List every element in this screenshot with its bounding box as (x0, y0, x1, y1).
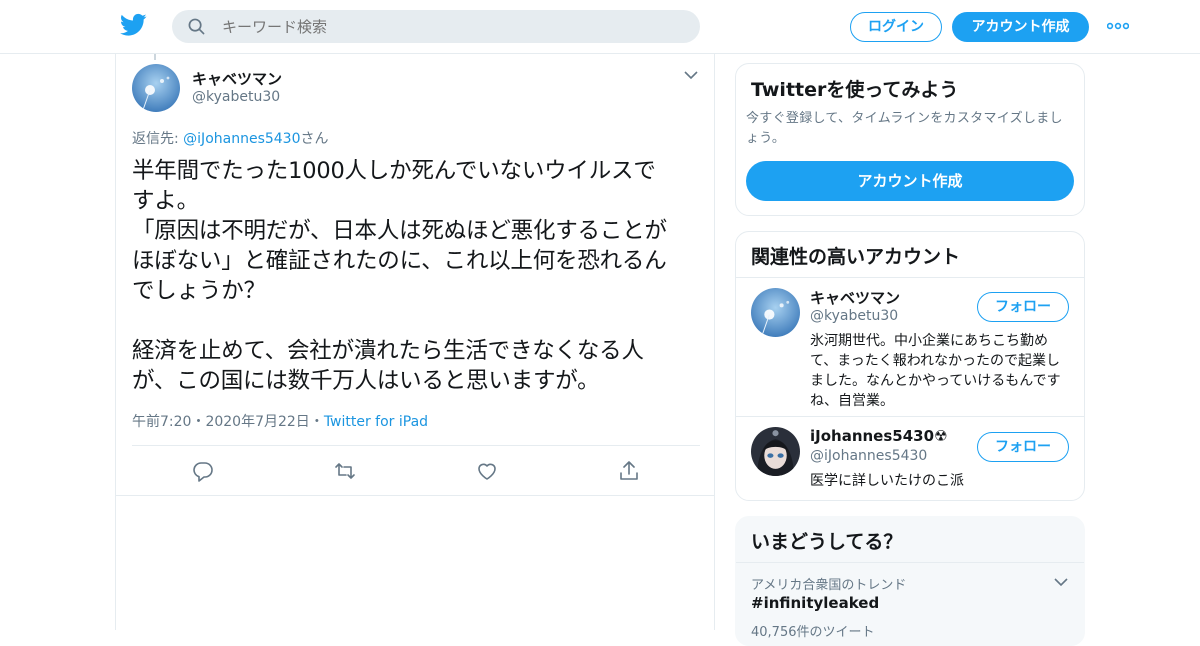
account-item[interactable]: iJohannes5430☢ @iJohannes5430 医学に詳しいたけのこ… (736, 417, 1084, 500)
account-item[interactable]: キャベツマン @kyabetu30 氷河期世代。中小企業にあちこち勤めて、まった… (736, 278, 1084, 416)
follow-button[interactable]: フォロー (977, 432, 1069, 462)
share-icon[interactable] (618, 460, 640, 482)
tweet-meta: 午前7:20・2020年7月22日・Twitter for iPad (132, 411, 428, 431)
thread-connector (154, 54, 156, 60)
retweet-icon[interactable] (334, 460, 356, 482)
reply-context: 返信先: @iJohannes5430さん (132, 128, 329, 148)
card-title: 関連性の高いアカウント (751, 246, 961, 268)
card-description: 今すぐ登録して、タイムラインをカスタマイズしましょう。 (746, 111, 1063, 146)
reply-icon[interactable] (192, 460, 214, 482)
reply-suffix: さん (300, 131, 329, 147)
signup-button[interactable]: アカウント作成 (952, 12, 1089, 42)
trend-hashtag-link[interactable]: #infinityleaked (751, 594, 879, 612)
account-handle[interactable]: @iJohannes5430 (810, 448, 927, 464)
trend-location: アメリカ合衆国のトレンド (751, 578, 907, 593)
card-title: Twitterを使ってみよう (751, 79, 959, 101)
signup-promo-card: Twitterを使ってみよう 今すぐ登録して、タイムラインをカスタマイズしましょ… (735, 63, 1085, 216)
tweet-text: 半年間でたった1000人しか死んでいないウイルスで すよ。 「原因は不明だが、日… (132, 158, 667, 394)
reply-prefix: 返信先: (132, 131, 184, 147)
trends-card: いまどうしてる？ アメリカ合衆国のトレンド #infinityleaked 40… (735, 516, 1085, 646)
account-bio: 医学に詳しいたけのこ派 (810, 473, 964, 489)
tweet-time[interactable]: 午前7:20 (132, 414, 191, 430)
twitter-logo-icon[interactable] (120, 13, 147, 37)
tweet-source-link[interactable]: Twitter for iPad (324, 414, 428, 430)
card-title: いまどうしてる？ (751, 531, 903, 553)
top-navbar: ログイン アカウント作成 (0, 0, 1200, 54)
avatar[interactable] (751, 288, 800, 337)
account-handle[interactable]: @kyabetu30 (810, 308, 898, 324)
meta-separator: ・ (191, 414, 206, 430)
divider (116, 495, 714, 496)
author-name[interactable]: キャベツマン (192, 68, 282, 89)
account-bio: 氷河期世代。中小企業にあちこち勤めて、まったく報われなかったので起業しました。な… (810, 333, 1061, 409)
chevron-down-icon[interactable] (1054, 577, 1068, 587)
tweet-detail: キャベツマン @kyabetu30 返信先: @iJohannes5430さん … (115, 54, 715, 630)
related-accounts-card: 関連性の高いアカウント キャベツマン @kyabetu30 氷河期世代。中小企業… (735, 231, 1085, 501)
more-icon[interactable] (1107, 22, 1129, 30)
divider (736, 562, 1084, 563)
like-icon[interactable] (476, 460, 498, 482)
meta-separator: ・ (309, 414, 324, 430)
reply-handle-link[interactable]: @iJohannes5430 (183, 131, 300, 147)
search-bar[interactable] (172, 10, 700, 43)
follow-button[interactable]: フォロー (977, 292, 1069, 322)
create-account-button[interactable]: アカウント作成 (746, 161, 1074, 201)
tweet-date[interactable]: 2020年7月22日 (205, 414, 309, 430)
author-handle[interactable]: @kyabetu30 (192, 89, 280, 105)
login-button[interactable]: ログイン (850, 12, 942, 42)
account-name[interactable]: iJohannes5430☢ (810, 427, 947, 445)
avatar[interactable] (751, 427, 800, 476)
chevron-down-icon[interactable] (684, 70, 698, 80)
avatar[interactable] (132, 64, 180, 112)
search-icon (188, 18, 205, 35)
divider (132, 445, 700, 446)
trend-tweet-count: 40,756件のツイート (751, 625, 875, 640)
search-input[interactable] (222, 10, 682, 43)
account-name[interactable]: キャベツマン (810, 287, 900, 308)
